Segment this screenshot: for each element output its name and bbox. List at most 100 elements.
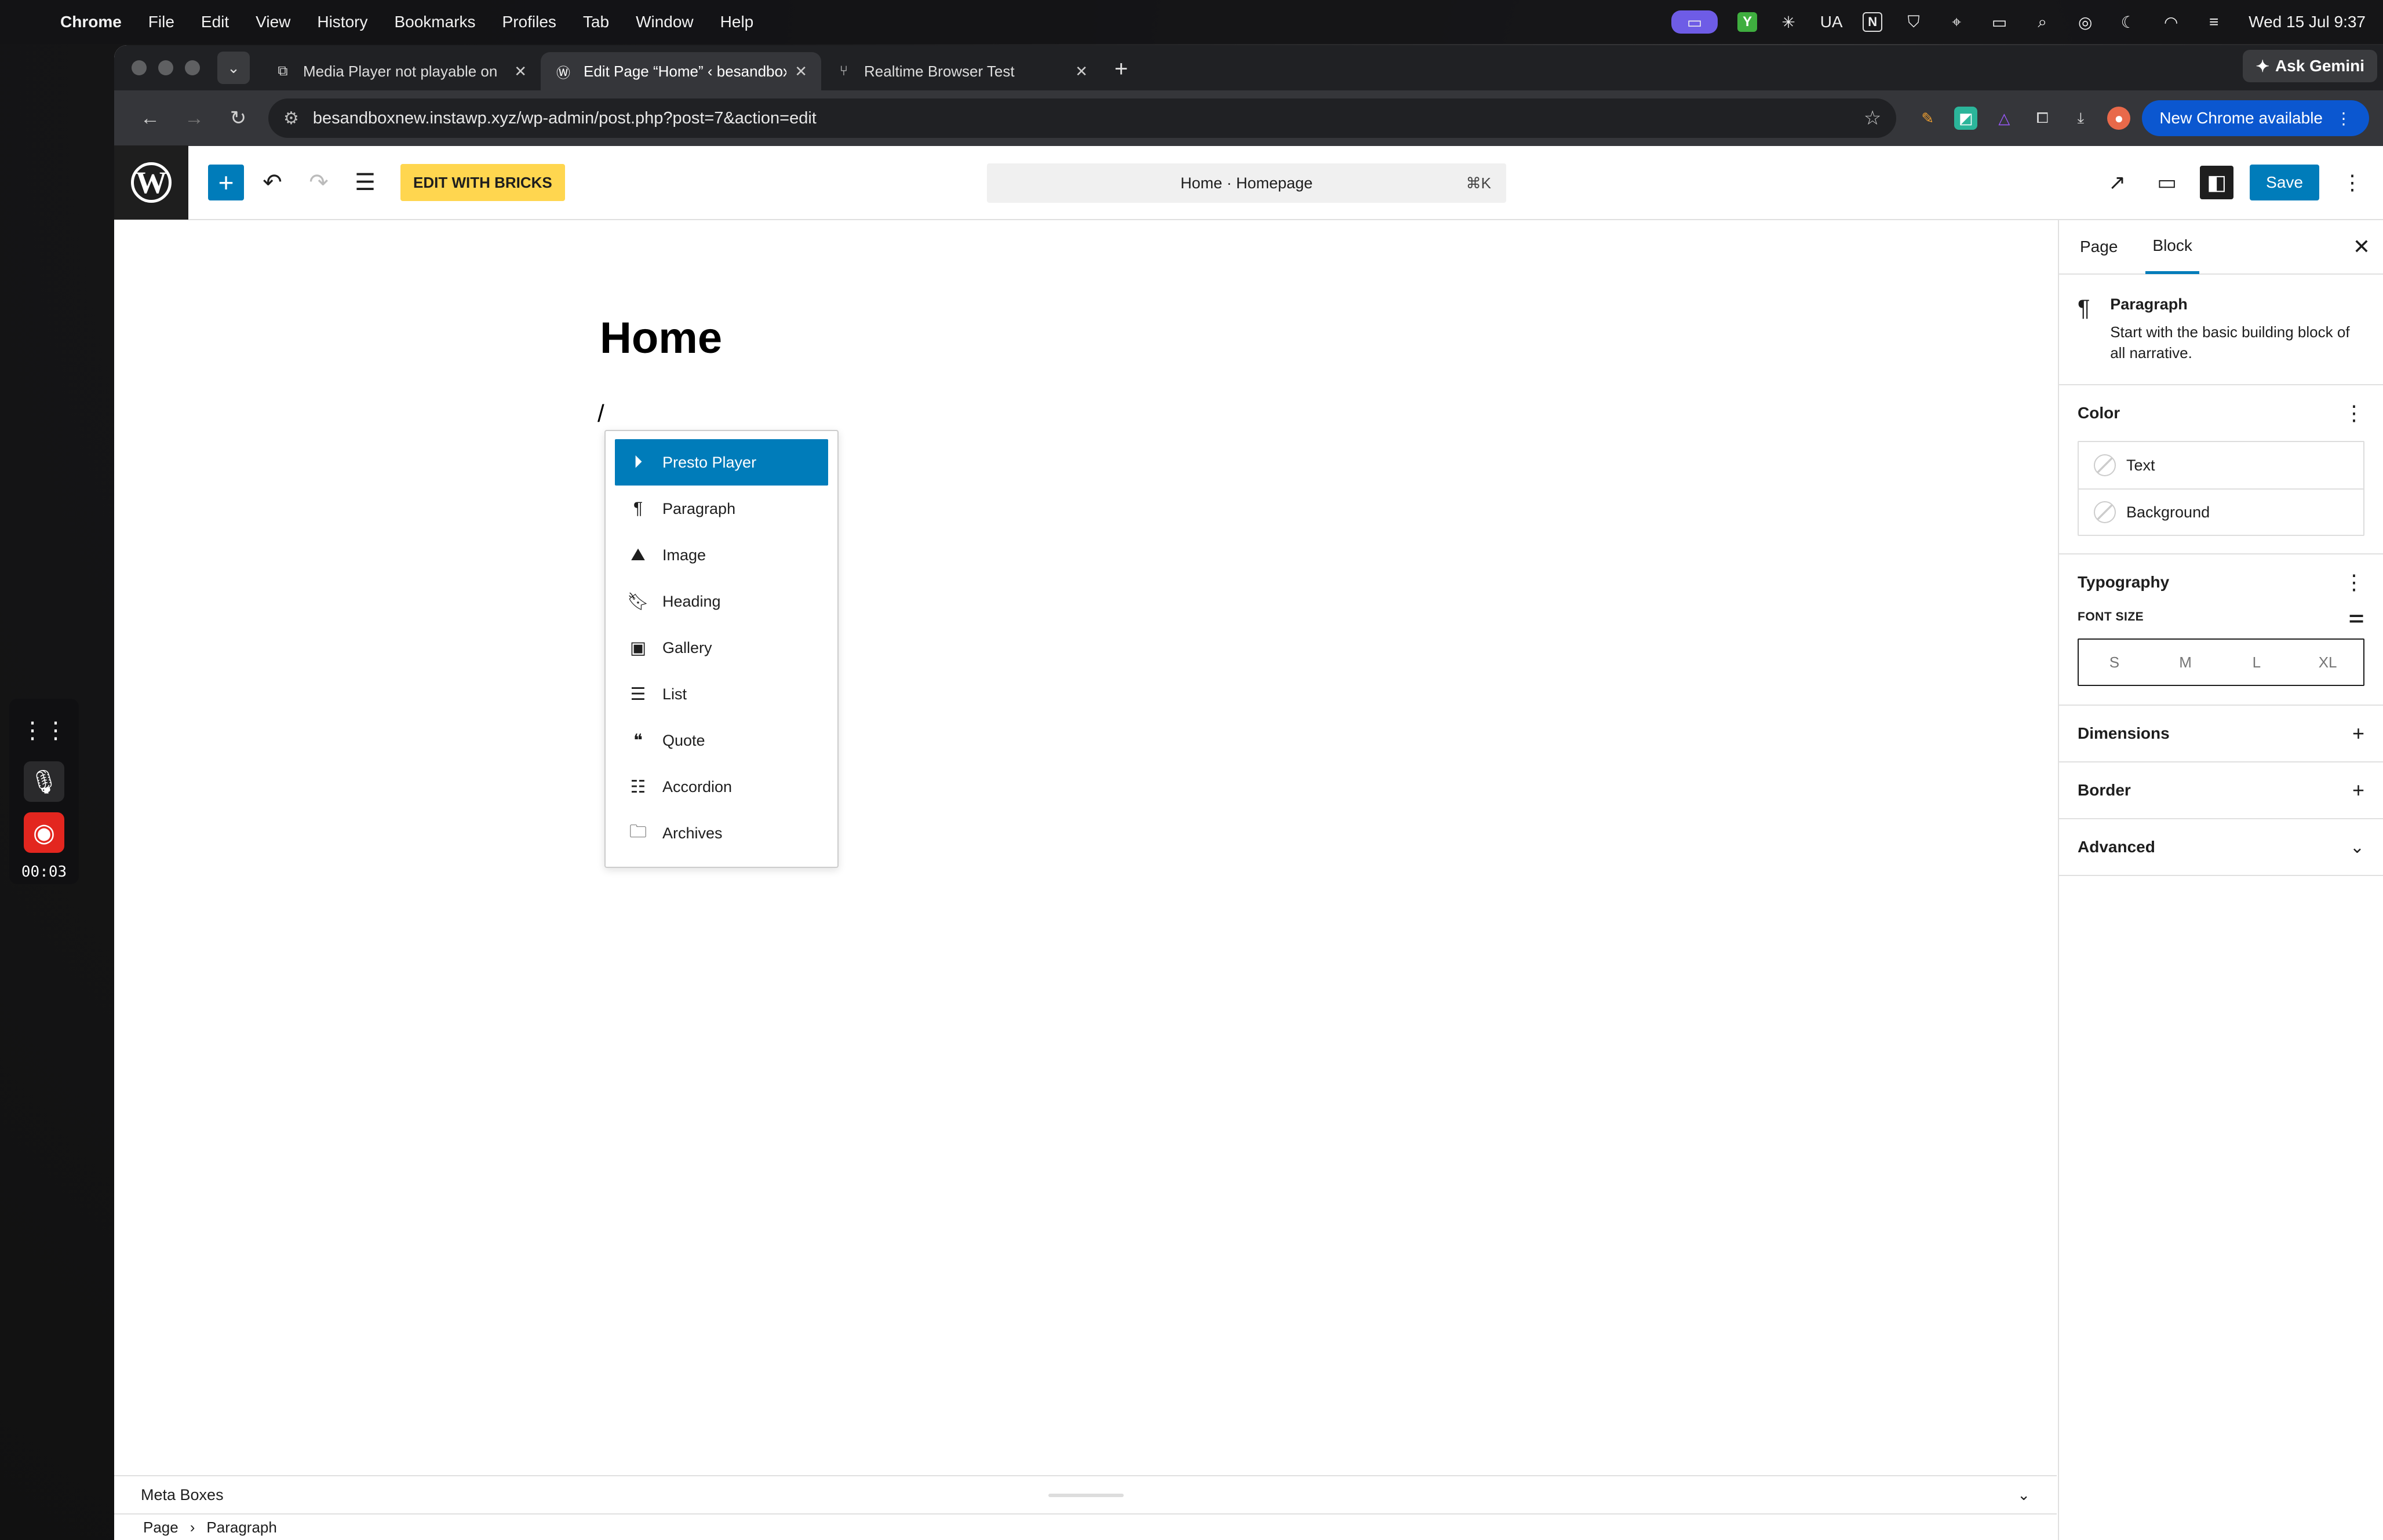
download-icon[interactable]: ⤓: [2069, 107, 2092, 130]
menu-profiles[interactable]: Profiles: [502, 13, 556, 31]
new-chrome-available-button[interactable]: New Chrome available ⋮: [2142, 100, 2369, 136]
stop-recording-icon[interactable]: ◉: [24, 812, 64, 853]
text-color-option[interactable]: Text: [2079, 442, 2363, 488]
back-icon[interactable]: ←: [128, 107, 172, 130]
color-options-icon[interactable]: ⋮: [2344, 401, 2364, 425]
screen-mirror-icon[interactable]: ◎: [2074, 10, 2097, 34]
inserter-item-paragraph[interactable]: ¶ Paragraph: [615, 486, 828, 532]
custom-size-icon[interactable]: ⚌: [2349, 607, 2364, 627]
close-tab-icon[interactable]: ✕: [1075, 63, 1088, 81]
new-tab-icon[interactable]: +: [1114, 56, 1128, 82]
redo-icon[interactable]: ↷: [301, 165, 337, 200]
folder-icon: 🗀: [629, 822, 647, 841]
screen-share-icon[interactable]: ▭: [1671, 10, 1718, 34]
moon-icon[interactable]: ☾: [2116, 10, 2140, 34]
triangle-extension-icon[interactable]: △: [1992, 107, 2016, 130]
battery-icon[interactable]: ▭: [1988, 10, 2011, 34]
font-size-m[interactable]: M: [2150, 640, 2221, 685]
inserter-item-heading[interactable]: 🔖︎ Heading: [615, 578, 828, 625]
inserter-item-presto-player[interactable]: ⏵ Presto Player: [615, 439, 828, 486]
wordpress-logo[interactable]: W: [114, 145, 188, 220]
post-title[interactable]: Home: [600, 313, 722, 363]
block-inserter-toggle[interactable]: +: [208, 165, 244, 200]
advanced-panel[interactable]: Advanced ⌄: [2059, 819, 2383, 876]
command-palette-bar[interactable]: Home · Homepage ⌘K: [987, 163, 1506, 203]
font-size-xl[interactable]: XL: [2292, 640, 2363, 685]
forward-icon[interactable]: →: [172, 107, 216, 130]
clock[interactable]: Wed 15 Jul 9:37: [2249, 13, 2366, 31]
ask-gemini-button[interactable]: ✦ Ask Gemini: [2243, 50, 2377, 82]
shield-icon[interactable]: ⛉: [1902, 10, 1925, 34]
puzzle-icon[interactable]: ⧠: [2031, 107, 2054, 130]
inserter-item-list[interactable]: ☰ List: [615, 671, 828, 717]
pointer-icon[interactable]: ⌖: [1945, 10, 1968, 34]
minimize-window-button[interactable]: [158, 60, 173, 75]
close-tab-icon[interactable]: ✕: [795, 63, 807, 81]
plus-icon[interactable]: +: [2352, 778, 2364, 802]
tab-media-player[interactable]: ⧉ Media Player not playable on ✕: [260, 52, 541, 90]
typography-options-icon[interactable]: ⋮: [2344, 570, 2364, 594]
settings-sidebar-icon[interactable]: ◧: [2200, 166, 2234, 199]
close-window-button[interactable]: [132, 60, 147, 75]
document-overview-icon[interactable]: ☰: [347, 165, 383, 200]
tab-page[interactable]: Page: [2073, 220, 2125, 274]
wifi-icon[interactable]: ◠: [2159, 10, 2182, 34]
undo-icon[interactable]: ↶: [254, 165, 290, 200]
inserter-item-archives[interactable]: 🗀 Archives: [615, 810, 828, 856]
close-icon[interactable]: ✕: [2353, 235, 2370, 259]
maximize-window-button[interactable]: [185, 60, 200, 75]
menu-app-name[interactable]: Chrome: [60, 13, 122, 31]
tab-search-icon[interactable]: ⌄: [217, 52, 250, 84]
menu-bookmarks[interactable]: Bookmarks: [394, 13, 475, 31]
close-tab-icon[interactable]: ✕: [514, 63, 527, 81]
address-bar[interactable]: ⚙ besandboxnew.instawp.xyz/wp-admin/post…: [268, 98, 1897, 138]
dimensions-panel[interactable]: Dimensions +: [2059, 706, 2383, 762]
bookmark-star-icon[interactable]: ☆: [1864, 107, 1881, 130]
meta-boxes-bar[interactable]: Meta Boxes ⌄: [114, 1475, 2057, 1513]
border-panel[interactable]: Border +: [2059, 762, 2383, 819]
search-icon[interactable]: ⌕: [2031, 10, 2054, 34]
control-center-icon[interactable]: ≡: [2202, 10, 2225, 34]
resize-handle[interactable]: [1048, 1494, 1124, 1497]
breadcrumb-page[interactable]: Page: [143, 1519, 178, 1537]
preview-device-icon[interactable]: ▭: [2150, 166, 2184, 199]
view-page-icon[interactable]: ↗: [2100, 166, 2134, 199]
ua-status[interactable]: UA: [1820, 10, 1843, 34]
mic-muted-icon[interactable]: 🎙: [24, 761, 64, 802]
menu-edit[interactable]: Edit: [201, 13, 229, 31]
menu-window[interactable]: Window: [636, 13, 694, 31]
background-color-option[interactable]: Background: [2079, 488, 2363, 535]
font-size-s[interactable]: S: [2079, 640, 2150, 685]
font-size-l[interactable]: L: [2221, 640, 2293, 685]
url-text[interactable]: besandboxnew.instawp.xyz/wp-admin/post.p…: [313, 109, 817, 128]
grid-dots-icon[interactable]: ⋮⋮: [21, 710, 67, 751]
sparkle-icon[interactable]: ✳: [1777, 10, 1800, 34]
tab-edit-page[interactable]: Ⓦ Edit Page “Home” ‹ besandbox ✕: [541, 52, 821, 90]
chevron-down-icon[interactable]: ⌄: [2350, 837, 2364, 857]
save-button[interactable]: Save: [2250, 165, 2319, 200]
yoast-icon[interactable]: Y: [1737, 12, 1758, 32]
green-extension-icon[interactable]: ◩: [1954, 107, 1978, 130]
plus-icon[interactable]: +: [2352, 721, 2364, 746]
menu-help[interactable]: Help: [720, 13, 754, 31]
menu-history[interactable]: History: [317, 13, 367, 31]
inserter-item-gallery[interactable]: ▣ Gallery: [615, 625, 828, 671]
options-menu-icon[interactable]: ⋮: [2335, 166, 2369, 199]
menu-file[interactable]: File: [148, 13, 174, 31]
pencil-extension-icon[interactable]: ✎: [1916, 107, 1939, 130]
tab-realtime-test[interactable]: ⑂ Realtime Browser Test ✕: [821, 52, 1102, 90]
edit-with-bricks-button[interactable]: EDIT WITH BRICKS: [400, 164, 565, 201]
site-settings-icon[interactable]: ⚙: [283, 108, 299, 129]
inserter-item-image[interactable]: ⛰ Image: [615, 532, 828, 578]
profile-avatar[interactable]: ●: [2107, 107, 2131, 130]
paragraph-block-input[interactable]: /: [597, 400, 604, 428]
tab-block[interactable]: Block: [2145, 220, 2199, 274]
breadcrumb-paragraph[interactable]: Paragraph: [206, 1519, 276, 1537]
inserter-item-accordion[interactable]: ☷ Accordion: [615, 764, 828, 810]
chevron-down-icon[interactable]: ⌄: [2017, 1486, 2030, 1504]
menu-tab[interactable]: Tab: [583, 13, 609, 31]
reload-icon[interactable]: ↻: [216, 107, 260, 130]
notion-icon[interactable]: N: [1863, 12, 1883, 32]
menu-view[interactable]: View: [256, 13, 290, 31]
inserter-item-quote[interactable]: ❝ Quote: [615, 717, 828, 764]
